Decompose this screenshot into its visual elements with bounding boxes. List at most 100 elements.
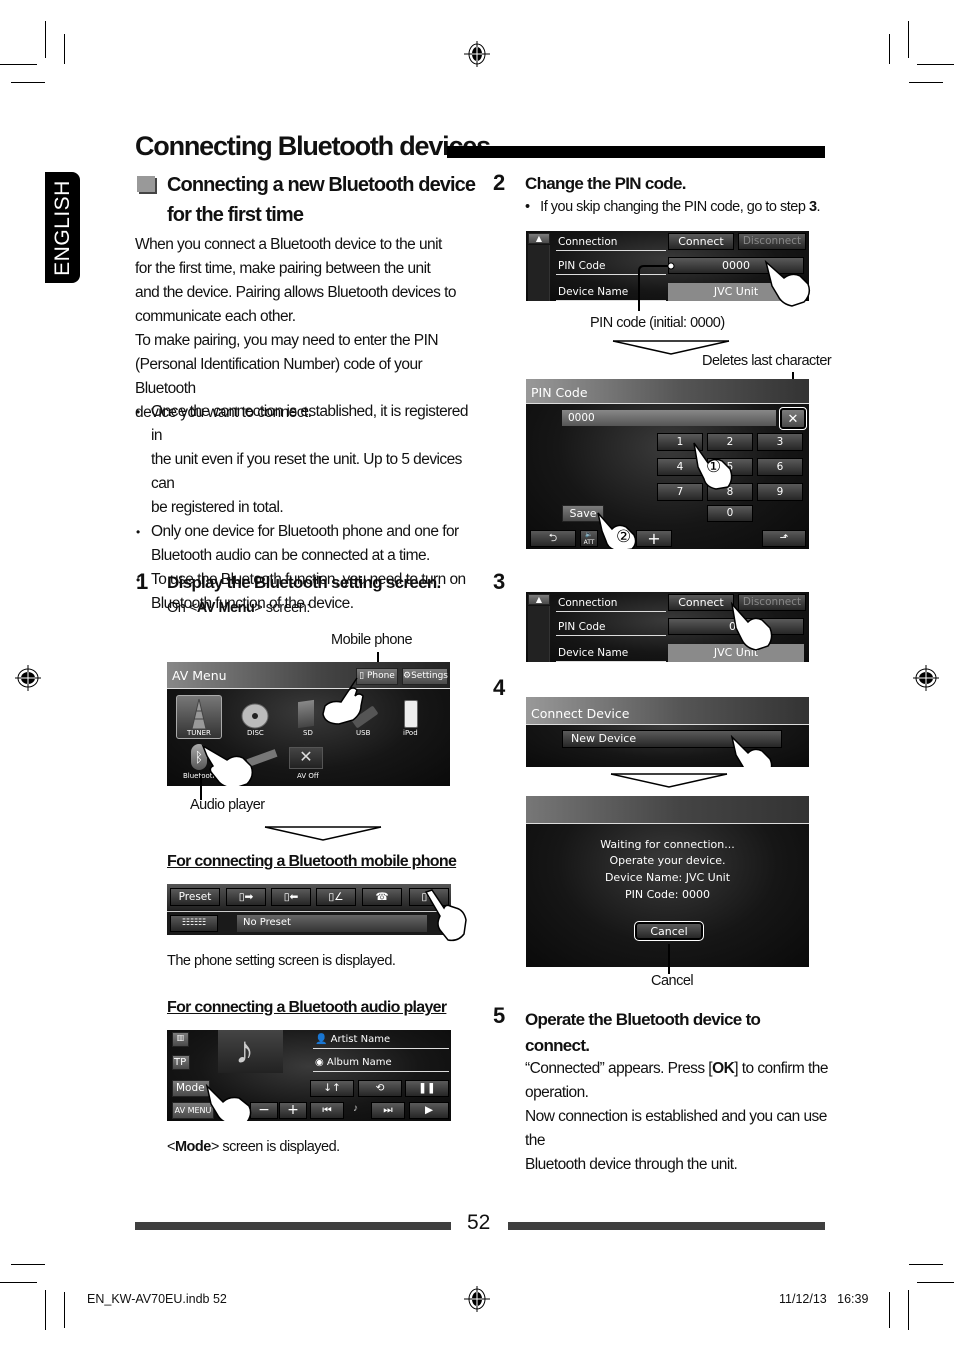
callout-label: Cancel — [651, 973, 694, 989]
pointing-hand-icon — [201, 744, 254, 786]
intro-line: To make pairing, you may need to enter t… — [135, 332, 439, 349]
note-item: Once the connection is established, it i… — [135, 400, 475, 520]
connect-button[interactable]: Connect — [668, 233, 734, 250]
key-button[interactable]: 6 — [757, 458, 803, 476]
footer-timestamp: 11/12/13 16:39 — [779, 1292, 868, 1306]
pin-value: 0000 — [568, 412, 595, 424]
underline — [313, 1071, 449, 1072]
note-line: Only one device for Bluetooth phone and … — [151, 523, 459, 540]
key-button[interactable]: 9 — [757, 483, 803, 501]
underline — [313, 1048, 449, 1049]
repeat-button[interactable]: ⟲ — [358, 1080, 402, 1097]
source-label[interactable]: iPod — [403, 729, 418, 737]
connect-button[interactable]: Connect — [668, 594, 734, 611]
underline — [556, 250, 666, 251]
tp-button[interactable]: TP — [172, 1055, 190, 1070]
phone-transfer-in-icon[interactable]: ▯⬅ — [271, 888, 311, 906]
ipod-icon — [404, 700, 418, 728]
av-off-button[interactable]: ✕ — [289, 747, 323, 769]
registration-mark-icon — [464, 41, 490, 67]
equalizer-button[interactable]: ▥ — [172, 1032, 189, 1047]
registration-mark-icon — [464, 1286, 490, 1312]
intro-line: and the device. Pairing allows Bluetooth… — [135, 284, 456, 301]
source-label[interactable]: SD — [303, 729, 313, 737]
callout-label: Audio player — [190, 797, 265, 813]
row-label: Connection — [558, 236, 618, 248]
crop-mark — [45, 1290, 46, 1330]
pointing-hand-icon — [424, 889, 467, 942]
crop-mark — [889, 1292, 890, 1328]
source-label[interactable]: AV Off — [297, 772, 319, 780]
source-label[interactable]: USB — [356, 729, 370, 737]
underline — [556, 635, 666, 636]
next-track-button[interactable]: ⏭ — [371, 1102, 405, 1119]
crop-mark — [917, 1282, 954, 1283]
flow-arrow-icon — [610, 773, 728, 788]
header-divider — [167, 688, 450, 689]
language-tab: ENGLISH — [45, 172, 80, 283]
waiting-connection-screen: Waiting for connection... Operate your d… — [526, 796, 809, 967]
pointing-hand-icon — [205, 1084, 252, 1121]
screen-header — [526, 796, 809, 823]
key-button[interactable]: 3 — [757, 433, 803, 451]
source-label[interactable]: TUNER — [187, 729, 211, 737]
volume-up-button[interactable]: + — [279, 1102, 307, 1119]
pause-button[interactable]: ❚❚ — [405, 1080, 449, 1097]
phone-transfer-out-icon[interactable]: ▯➡ — [226, 888, 266, 906]
step-number: 5 — [493, 1003, 506, 1028]
section-title-line: for the first time — [167, 204, 304, 226]
crop-mark — [64, 1292, 65, 1328]
step-bullet: • If you skip changing the PIN code, go … — [525, 199, 821, 215]
crop-mark — [64, 34, 65, 64]
pointing-hand-icon — [322, 677, 364, 725]
step-marker: ② — [616, 527, 632, 546]
step-number: 1 — [136, 569, 149, 594]
exit-button[interactable]: ⬏ — [762, 530, 806, 547]
screen-title: Connect Device — [531, 706, 630, 721]
phonebook-icon[interactable]: ☎ — [362, 888, 402, 906]
artist-text: Artist Name — [330, 1034, 391, 1045]
scroll-up-button[interactable]: ▲ — [528, 594, 550, 605]
text-line: “Connected” appears. Press [OK] to confi… — [525, 1057, 835, 1081]
step-marker: ① — [706, 457, 722, 476]
preset-button[interactable]: Preset — [170, 888, 220, 906]
keypad-button[interactable]: ☷☷☷ — [170, 915, 218, 932]
crop-mark — [45, 21, 46, 58]
tower-icon — [191, 699, 207, 729]
preset-value: No Preset — [243, 917, 291, 928]
scroll-up-button[interactable]: ▲ — [528, 233, 550, 244]
text: If you skip changing the PIN code, go to… — [540, 199, 809, 215]
status-line: PIN Code: 0000 — [625, 888, 710, 901]
underline — [556, 661, 666, 662]
text-bold: OK — [712, 1060, 735, 1077]
key-button[interactable]: 0 — [707, 505, 753, 522]
previous-track-button[interactable]: ⏮ — [310, 1102, 344, 1119]
row-label: PIN Code — [558, 621, 606, 633]
scrollbar[interactable] — [528, 606, 550, 662]
back-button[interactable]: ⮌ — [530, 530, 576, 547]
disconnect-button[interactable]: Disconnect — [738, 233, 806, 250]
volume-up-button[interactable]: + — [636, 530, 672, 547]
phone-voice-dial-icon[interactable]: ▯∠ — [316, 888, 356, 906]
source-label[interactable]: DISC — [247, 729, 264, 737]
sd-card-icon — [298, 699, 314, 729]
status-line: Operate your device. — [609, 854, 726, 867]
crop-mark — [908, 21, 909, 58]
text: On < — [167, 600, 197, 616]
title-bar — [447, 146, 825, 158]
play-button[interactable]: ▶ — [409, 1102, 449, 1119]
text: < — [167, 1139, 175, 1155]
scrollbar[interactable] — [528, 245, 550, 301]
cancel-button[interactable]: Cancel — [634, 921, 704, 941]
step-title: Operate the Bluetooth device to connect. — [525, 1007, 761, 1059]
album-name: ◉ Album Name — [315, 1057, 392, 1068]
intro-line: When you connect a Bluetooth device to t… — [135, 236, 442, 253]
pointing-hand-icon — [730, 602, 773, 651]
pointing-hand-icon — [764, 260, 811, 307]
settings-button[interactable]: ⚙Settings — [402, 668, 448, 685]
delete-button[interactable]: ✕ — [779, 407, 807, 430]
row-label: Connection — [558, 597, 618, 609]
text: > screen is displayed. — [210, 1139, 340, 1155]
crop-mark — [0, 1282, 37, 1283]
random-button[interactable]: ↓↑ — [310, 1080, 354, 1097]
